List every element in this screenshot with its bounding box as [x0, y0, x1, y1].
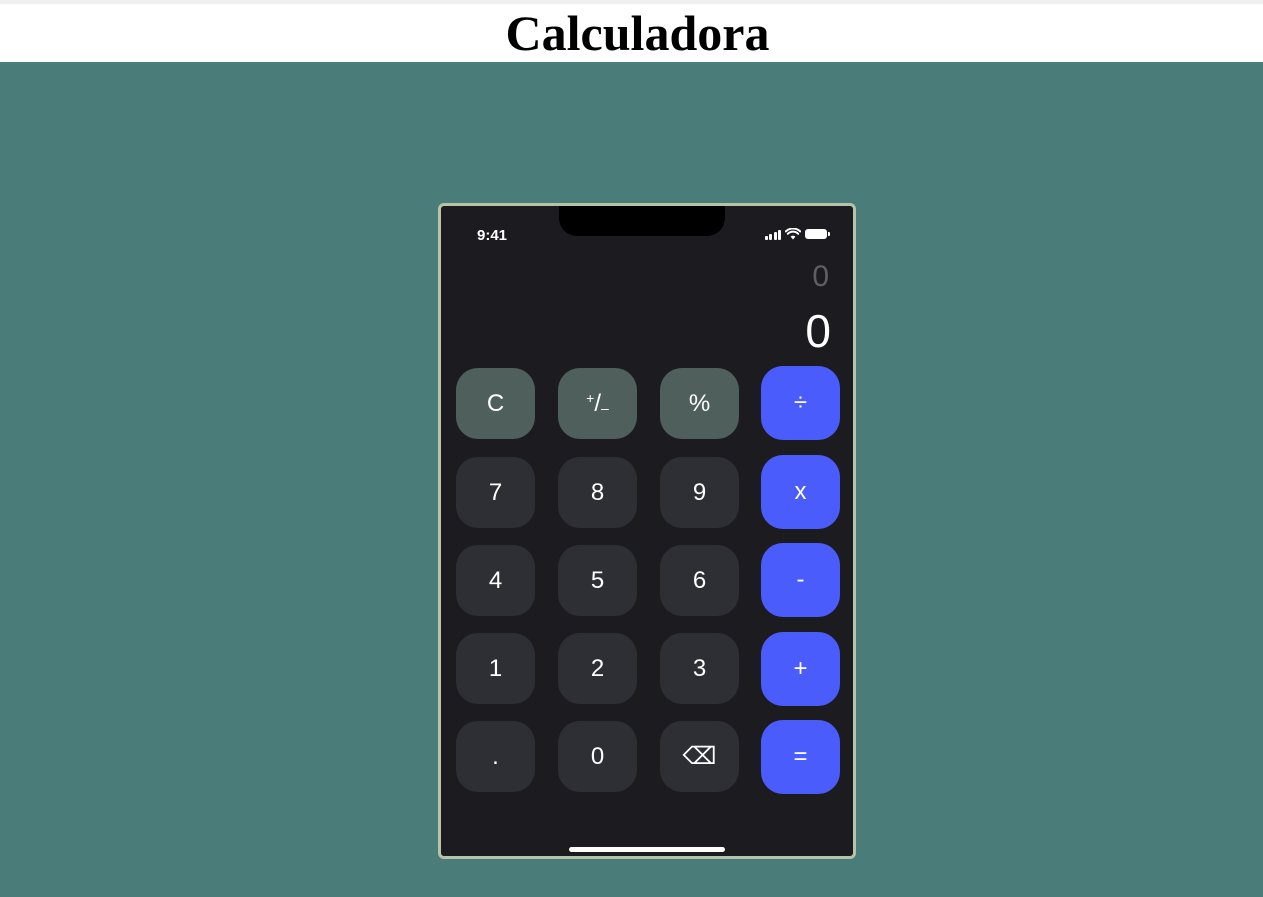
add-button[interactable]: +: [761, 632, 840, 706]
digit-6-button[interactable]: 6: [660, 545, 739, 616]
digit-8-button[interactable]: 8: [558, 457, 637, 528]
previous-value-display: 0: [812, 260, 829, 293]
toggle-sign-plus: +: [586, 389, 595, 406]
page-title: Calculadora: [505, 5, 770, 61]
battery-icon: [805, 229, 830, 239]
divide-button[interactable]: ÷: [761, 366, 840, 440]
signal-icon: [764, 229, 781, 240]
digit-0-button[interactable]: 0: [558, 721, 637, 792]
status-time: 9:41: [477, 227, 508, 244]
decimal-button[interactable]: .: [456, 721, 535, 792]
page-header: Calculadora: [0, 4, 1263, 62]
toggle-sign-minus: –: [601, 399, 609, 416]
status-icons: [764, 227, 830, 241]
toggle-sign-button[interactable]: + / –: [558, 368, 637, 439]
equals-button[interactable]: =: [761, 720, 840, 794]
wifi-icon: [785, 228, 801, 240]
backspace-button[interactable]: ⌫: [660, 721, 739, 792]
digit-9-button[interactable]: 9: [660, 457, 739, 528]
current-value-display: 0: [805, 305, 831, 357]
digit-5-button[interactable]: 5: [558, 545, 637, 616]
digit-7-button[interactable]: 7: [456, 457, 535, 528]
toggle-sign-slash: /: [594, 389, 602, 417]
calculator-phone: 9:41 0 0 C +/– % ÷ 7 8 9 x 4 5 6 - 1 2: [438, 203, 856, 859]
digit-1-button[interactable]: 1: [456, 633, 535, 704]
clear-button[interactable]: C: [456, 368, 535, 439]
phone-notch: [559, 206, 725, 236]
multiply-button[interactable]: x: [761, 455, 840, 529]
digit-4-button[interactable]: 4: [456, 545, 535, 616]
home-indicator: [569, 847, 725, 852]
digit-3-button[interactable]: 3: [660, 633, 739, 704]
subtract-button[interactable]: -: [761, 543, 840, 617]
digit-2-button[interactable]: 2: [558, 633, 637, 704]
backspace-icon: ⌫: [682, 743, 717, 770]
percent-button[interactable]: %: [660, 368, 739, 439]
